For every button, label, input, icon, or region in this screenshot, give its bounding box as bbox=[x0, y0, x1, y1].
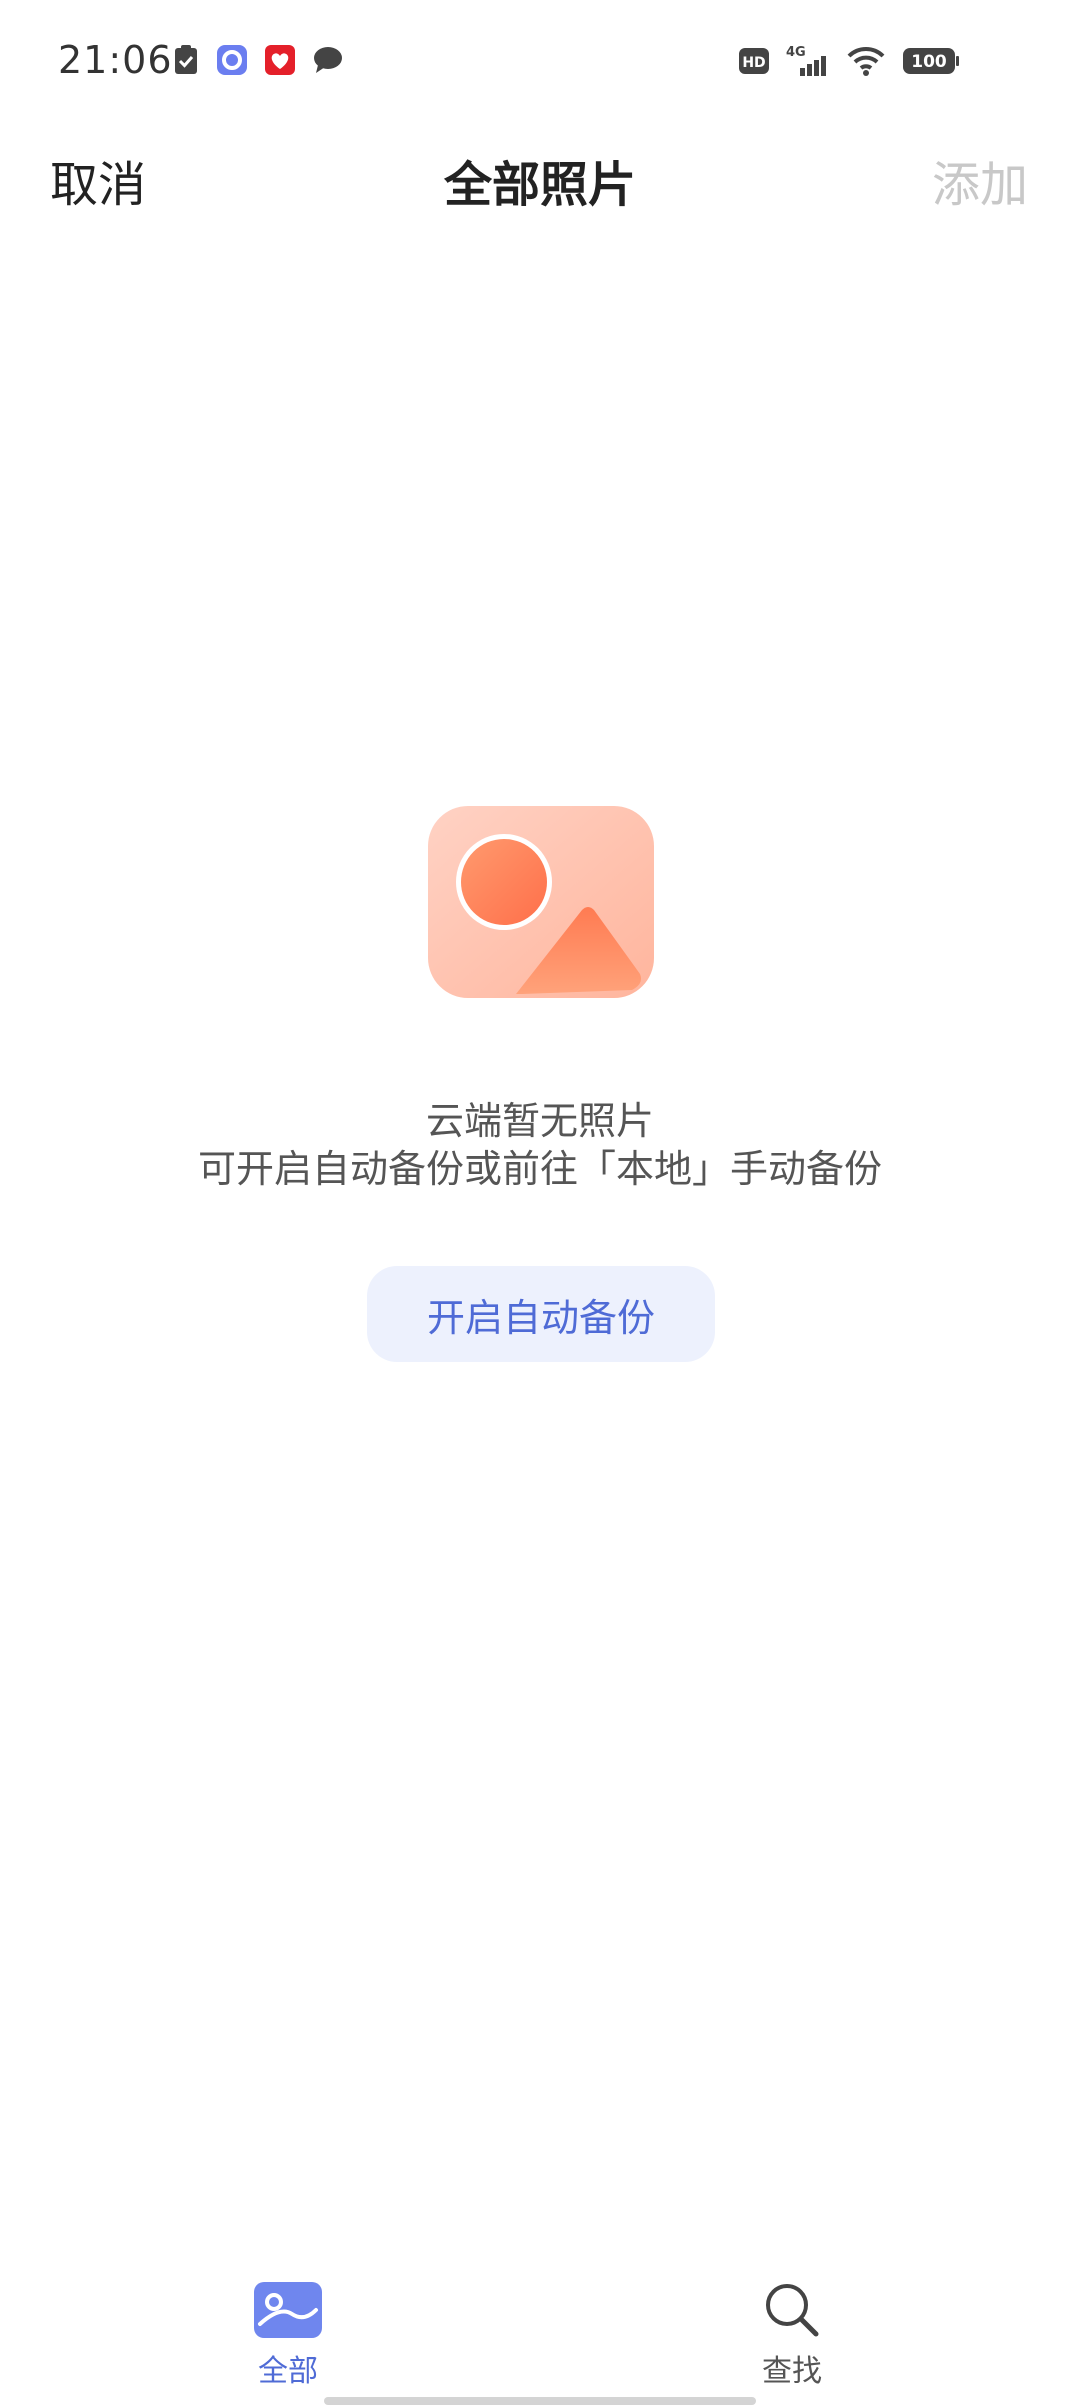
screen: 21:06 HD 4G 100 取消 全部照片 添加 云端暂无照片 可开启自动备… bbox=[0, 0, 1080, 2408]
home-indicator[interactable] bbox=[324, 2397, 756, 2405]
notification-icons bbox=[172, 44, 344, 76]
nav-label-all: 全部 bbox=[258, 2354, 318, 2389]
empty-description: 可开启自动备份或前往「本地」手动备份 bbox=[197, 1147, 882, 1191]
bottom-nav: 全部 查找 bbox=[0, 2260, 1080, 2408]
wifi-icon bbox=[847, 46, 885, 76]
search-icon bbox=[766, 2284, 819, 2337]
clipboard-check-icon bbox=[175, 45, 197, 74]
status-right-icons: HD 4G 100 bbox=[738, 44, 960, 78]
chat-bubble-icon bbox=[314, 47, 342, 73]
svg-text:4G: 4G bbox=[786, 45, 806, 60]
signal-icon: 4G bbox=[786, 45, 826, 76]
header: 取消 全部照片 添加 bbox=[0, 125, 1080, 225]
gallery-icon bbox=[254, 2282, 322, 2338]
svg-text:HD: HD bbox=[742, 55, 765, 71]
hd-icon: HD bbox=[739, 48, 769, 74]
status-bar: 21:06 HD 4G 100 bbox=[0, 0, 1080, 125]
empty-title: 云端暂无照片 bbox=[425, 1099, 654, 1143]
heart-app-icon bbox=[265, 45, 295, 75]
nav-item-search[interactable]: 查找 bbox=[692, 2280, 892, 2390]
svg-text:100: 100 bbox=[911, 52, 947, 72]
nav-label-search: 查找 bbox=[762, 2354, 822, 2389]
app-c-icon bbox=[217, 45, 247, 75]
nav-item-all[interactable]: 全部 bbox=[188, 2280, 388, 2390]
page-title: 全部照片 bbox=[443, 157, 636, 213]
enable-auto-backup-button[interactable]: 开启自动备份 bbox=[367, 1266, 715, 1362]
empty-photo-icon bbox=[428, 806, 654, 998]
battery-icon: 100 bbox=[903, 48, 959, 74]
status-time: 21:06 bbox=[58, 38, 173, 82]
add-button[interactable]: 添加 bbox=[932, 145, 1028, 215]
